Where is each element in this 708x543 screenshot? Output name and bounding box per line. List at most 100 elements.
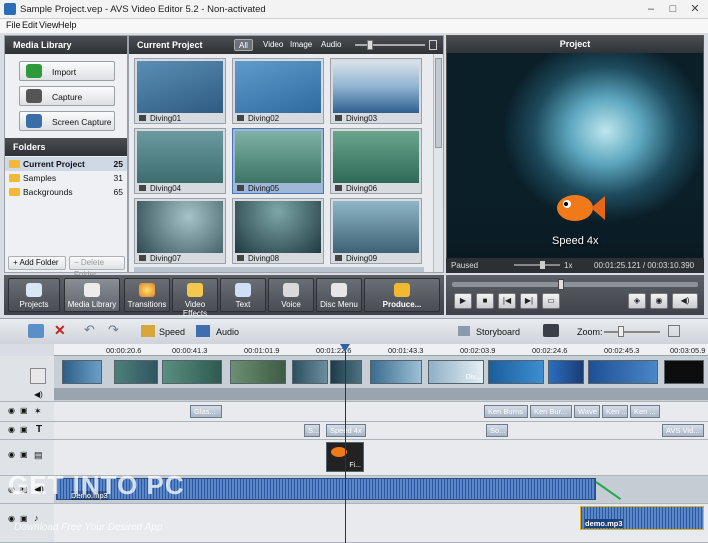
projects-button[interactable]: Projects [8, 278, 60, 312]
filter-all[interactable]: All [234, 39, 253, 51]
eye-icon[interactable]: ◉ [8, 425, 15, 434]
menu-file[interactable]: File [6, 20, 21, 30]
volume-button[interactable]: ◀) [672, 293, 698, 309]
eye-icon[interactable]: ◉ [8, 450, 15, 459]
media-library-button[interactable]: Media Library [64, 278, 120, 312]
video-clip[interactable] [230, 360, 286, 384]
media-thumb-diving02[interactable]: Diving02 [232, 58, 324, 124]
lock-icon[interactable]: ▣ [20, 406, 28, 415]
speaker-icon[interactable]: ◀) [34, 390, 43, 399]
video-clip[interactable] [62, 360, 102, 384]
video-clip[interactable] [114, 360, 158, 384]
video-clip[interactable] [664, 360, 704, 384]
produce-button[interactable]: Produce... [364, 278, 440, 312]
split-button[interactable]: ◈ [628, 293, 646, 309]
lock-icon[interactable]: ▣ [20, 425, 28, 434]
thumb-size-slider[interactable] [355, 44, 425, 46]
media-thumb-diving08[interactable]: Diving08 [232, 198, 324, 264]
folder-backgrounds[interactable]: Backgrounds 65 [5, 185, 127, 199]
text-clip[interactable]: Speed 4x [326, 424, 366, 437]
fullscreen-button[interactable]: ▭ [542, 293, 560, 309]
text-clip[interactable]: AVS Vid... [662, 424, 704, 437]
zoom-slider[interactable] [604, 331, 660, 333]
play-button[interactable]: ▶ [454, 293, 472, 309]
media-thumb-diving07[interactable]: Diving07 [134, 198, 226, 264]
fit-timeline-icon[interactable] [668, 325, 680, 337]
add-folder-button[interactable]: + Add Folder [8, 256, 66, 270]
disc-menu-button[interactable]: Disc Menu [316, 278, 362, 312]
grid-view-icon[interactable] [429, 40, 437, 50]
text-clip[interactable]: S... [304, 424, 320, 437]
menu-edit[interactable]: Edit [22, 20, 38, 30]
media-thumb-diving04[interactable]: Diving04 [134, 128, 226, 194]
playhead-handle[interactable] [340, 344, 350, 352]
prev-frame-button[interactable]: |◀ [498, 293, 516, 309]
menu-view[interactable]: View [39, 20, 58, 30]
video-clip[interactable] [370, 360, 422, 384]
text-track[interactable]: S... Speed 4x So... AVS Vid... [54, 422, 708, 440]
effect-clip[interactable]: Wave [574, 405, 600, 418]
video-track[interactable]: Div... [54, 356, 708, 402]
text-clip[interactable]: So... [486, 424, 508, 437]
filter-audio[interactable]: Audio [317, 39, 345, 51]
media-thumb-diving01[interactable]: Diving01 [134, 58, 226, 124]
zoom-slider-handle[interactable] [618, 326, 624, 337]
video-effects-button[interactable]: Video Effects [172, 278, 218, 318]
voice-button[interactable]: Voice [268, 278, 314, 312]
video-frame[interactable]: Speed 4x [447, 53, 703, 258]
menu-help[interactable]: Help [58, 20, 77, 30]
maximize-button[interactable]: □ [662, 2, 684, 16]
playhead[interactable] [345, 344, 346, 543]
filter-video[interactable]: Video [259, 39, 287, 51]
folder-samples[interactable]: Samples 31 [5, 171, 127, 185]
video-clip[interactable] [162, 360, 222, 384]
effects-track[interactable]: Glas... Ken Burns Ken Bur... Wave Ken ..… [54, 402, 708, 422]
monitor-icon[interactable] [543, 324, 559, 337]
storyboard-button[interactable]: Storyboard [476, 327, 520, 337]
snapshot-button[interactable]: ◉ [650, 293, 668, 309]
capture-button[interactable]: Capture [19, 86, 115, 106]
speed-button[interactable]: Speed [159, 327, 185, 337]
media-thumb-diving09[interactable]: Diving09 [330, 198, 422, 264]
import-button[interactable]: Import [19, 61, 115, 81]
media-thumb-diving03[interactable]: Diving03 [330, 58, 422, 124]
next-frame-button[interactable]: ▶| [520, 293, 538, 309]
grid-scrollbar-thumb[interactable] [435, 58, 442, 148]
timeline-ruler[interactable]: 00:00:20.6 00:00:41.3 00:01:01.9 00:01:2… [54, 344, 708, 356]
text-button[interactable]: Text [220, 278, 266, 312]
video-clip[interactable] [292, 360, 328, 384]
video-clip[interactable] [330, 360, 362, 384]
effect-clip[interactable]: Ken ... [602, 405, 628, 418]
delete-icon[interactable]: ✕ [54, 322, 66, 339]
seek-bar[interactable] [452, 282, 698, 287]
media-thumb-diving05[interactable]: Diving05 [232, 128, 324, 194]
media-thumb-diving06[interactable]: Diving06 [330, 128, 422, 194]
delete-folder-button[interactable]: − Delete Folder [69, 256, 125, 279]
edit-icon[interactable] [28, 324, 44, 338]
filter-image[interactable]: Image [286, 39, 316, 51]
video-clip[interactable] [588, 360, 658, 384]
stop-button[interactable]: ■ [476, 293, 494, 309]
folder-current-project[interactable]: Current Project 25 [5, 157, 127, 171]
grid-scrollbar[interactable] [433, 54, 443, 272]
video-clip[interactable]: Div... [428, 360, 484, 384]
thumb-size-slider-handle[interactable] [367, 40, 373, 50]
audio-button[interactable]: Audio [216, 327, 239, 337]
undo-icon[interactable]: ↶ [84, 322, 95, 338]
effect-clip[interactable]: Glas... [190, 405, 222, 418]
effect-clip[interactable]: Ken Burns [484, 405, 528, 418]
screen-capture-button[interactable]: Screen Capture [19, 111, 115, 131]
music-clip[interactable]: demo.mp3 [580, 506, 704, 530]
video-clip[interactable] [488, 360, 544, 384]
minimize-button[interactable]: – [640, 2, 662, 16]
speed-slider-handle[interactable] [540, 261, 545, 269]
eye-icon[interactable]: ◉ [8, 406, 15, 415]
redo-icon[interactable]: ↷ [108, 322, 119, 338]
video-clip[interactable] [548, 360, 584, 384]
lock-icon[interactable]: ▣ [20, 450, 28, 459]
effect-clip[interactable]: Ken Bur... [530, 405, 572, 418]
seek-handle[interactable] [558, 279, 564, 290]
effect-clip[interactable]: Ken ... [630, 405, 660, 418]
transitions-button[interactable]: Transitions [124, 278, 170, 312]
close-button[interactable]: ✕ [684, 2, 706, 16]
